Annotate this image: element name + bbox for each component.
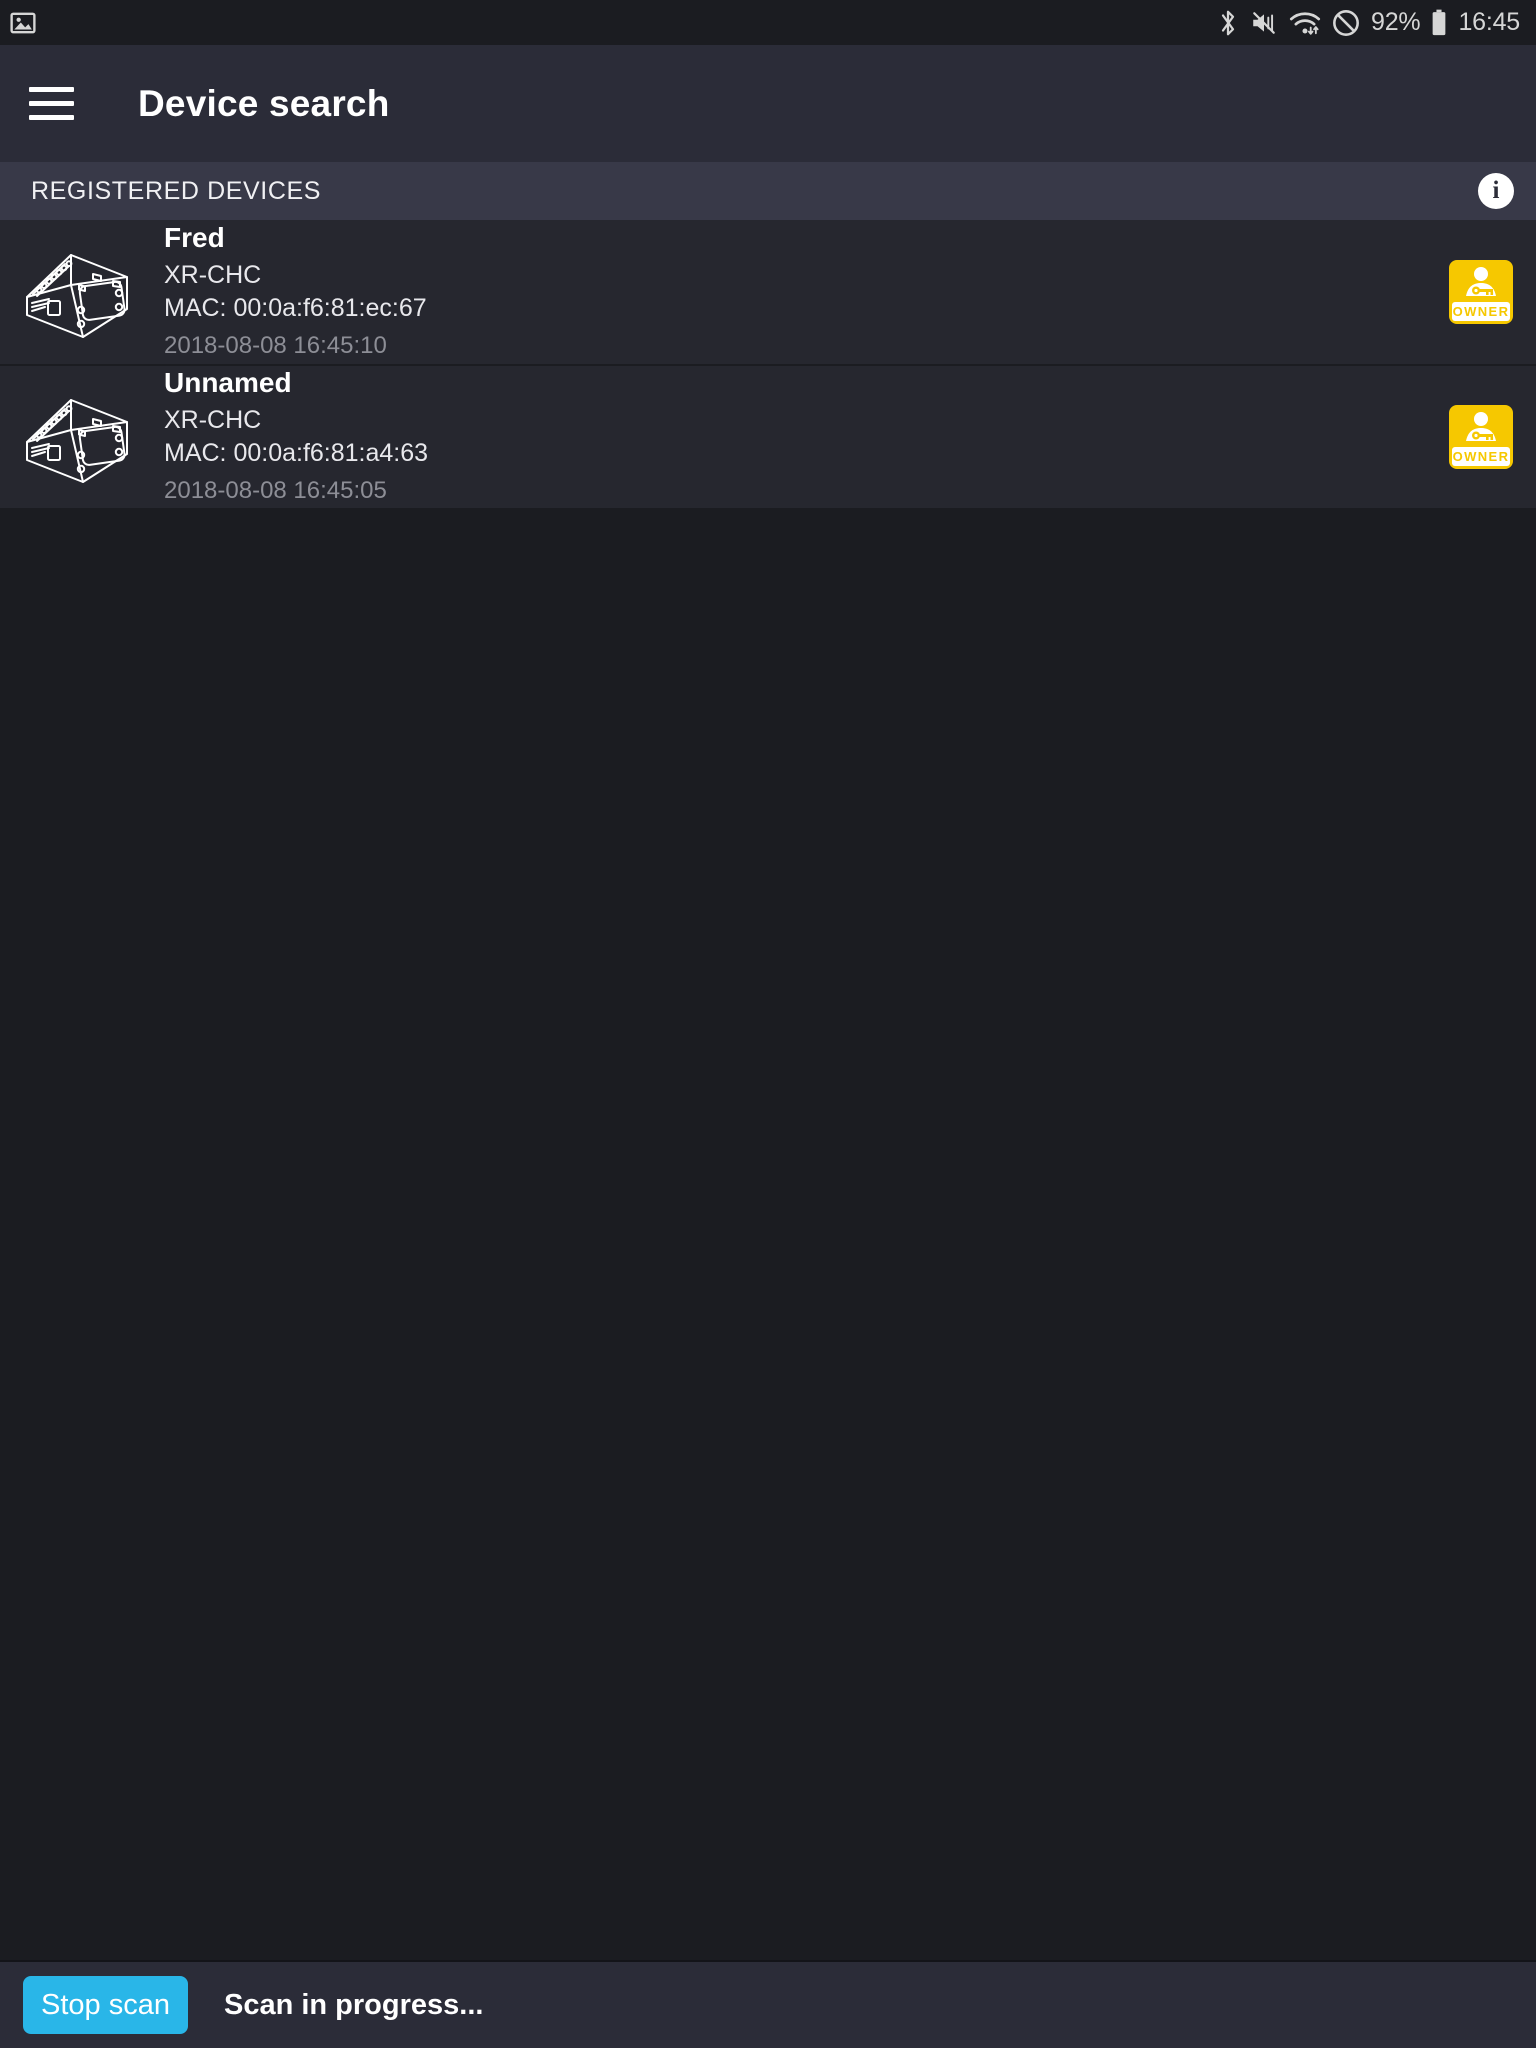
owner-key-icon — [1460, 411, 1502, 443]
device-model: XR-CHC — [164, 406, 262, 435]
device-name: Unnamed — [164, 366, 292, 398]
table-row[interactable]: Unnamed XR-CHC MAC: 00:0a:f6:81:a4:63 20… — [0, 364, 1536, 508]
controller-device-icon — [18, 233, 136, 351]
bottom-action-bar: Stop scan Scan in progress... — [0, 1960, 1536, 2048]
status-badge[interactable]: OWNER — [1449, 405, 1513, 469]
battery-icon — [1431, 9, 1447, 37]
owner-key-icon — [1460, 266, 1502, 298]
device-info: Unnamed XR-CHC MAC: 00:0a:f6:81:a4:63 20… — [164, 366, 1449, 509]
device-info: Fred XR-CHC MAC: 00:0a:f6:81:ec:67 2018-… — [164, 221, 1449, 364]
vibrate-mute-icon — [1250, 9, 1278, 37]
table-row[interactable]: Fred XR-CHC MAC: 00:0a:f6:81:ec:67 2018-… — [0, 220, 1536, 364]
section-header-registered-devices: REGISTERED DEVICES i — [0, 162, 1536, 220]
battery-percent-label: 92% — [1371, 8, 1421, 36]
stop-scan-button[interactable]: Stop scan — [23, 1976, 188, 2034]
section-title: REGISTERED DEVICES — [31, 176, 322, 205]
hamburger-line — [29, 115, 74, 120]
bluetooth-icon — [1217, 8, 1239, 38]
device-name: Fred — [164, 221, 225, 253]
info-icon[interactable]: i — [1478, 173, 1514, 209]
do-not-disturb-icon — [1332, 9, 1360, 37]
hamburger-menu-icon[interactable] — [29, 81, 74, 126]
device-timestamp: 2018-08-08 16:45:05 — [164, 476, 387, 504]
hamburger-line — [29, 87, 74, 92]
status-bar: 92% 16:45 — [0, 0, 1536, 45]
status-badge[interactable]: OWNER — [1449, 260, 1513, 324]
status-bar-right: 92% 16:45 — [1217, 8, 1520, 38]
device-list: Fred XR-CHC MAC: 00:0a:f6:81:ec:67 2018-… — [0, 220, 1536, 508]
wifi-icon — [1289, 10, 1321, 36]
app-bar: Device search — [0, 45, 1536, 162]
app-root: 92% 16:45 Device search REGISTERED DEVIC… — [0, 0, 1536, 2048]
device-timestamp: 2018-08-08 16:45:10 — [164, 331, 387, 359]
clock-label: 16:45 — [1458, 8, 1520, 36]
status-bar-left — [10, 10, 36, 36]
image-icon — [10, 10, 36, 36]
page-title: Device search — [138, 82, 390, 124]
status-badge-label: OWNER — [1452, 302, 1510, 321]
hamburger-line — [29, 101, 74, 106]
status-badge-label: OWNER — [1452, 447, 1510, 466]
controller-device-icon — [18, 378, 136, 496]
device-mac: MAC: 00:0a:f6:81:a4:63 — [164, 439, 429, 468]
empty-content-area — [0, 508, 1536, 2048]
device-model: XR-CHC — [164, 261, 262, 290]
device-mac: MAC: 00:0a:f6:81:ec:67 — [164, 294, 427, 323]
scan-status-label: Scan in progress... — [223, 1988, 484, 2021]
